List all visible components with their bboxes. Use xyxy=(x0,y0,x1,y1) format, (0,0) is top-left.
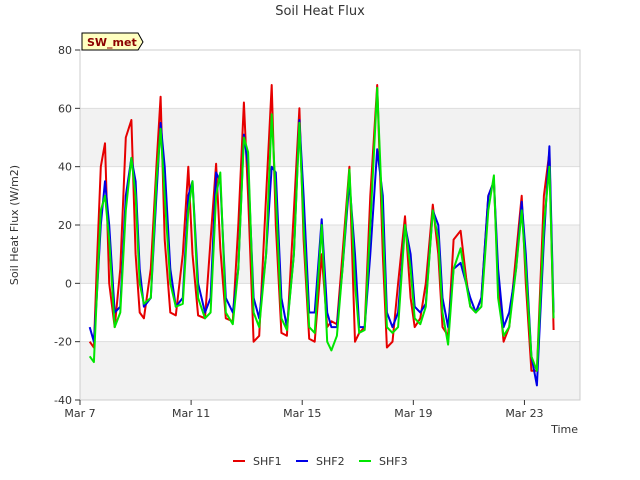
sw-met-badge: SW_met xyxy=(81,32,144,51)
x-tick-label: Mar 11 xyxy=(172,407,210,420)
legend-label: SHF3 xyxy=(379,455,408,468)
x-tick-label: Mar 15 xyxy=(283,407,321,420)
legend-item-shf2: SHF2 xyxy=(296,455,345,468)
y-axis-label: Soil Heat Flux (W/m2) xyxy=(8,165,21,285)
badge-text: SW_met xyxy=(87,36,137,49)
y-tick-label: 20 xyxy=(58,219,72,232)
y-tick-label: 40 xyxy=(58,161,72,174)
legend-item-shf1: SHF1 xyxy=(233,455,282,468)
legend-item-shf3: SHF3 xyxy=(359,455,408,468)
background-band xyxy=(80,50,580,109)
legend-label: SHF1 xyxy=(253,455,282,468)
chart-canvas: Soil Heat Flux SW_met -40 -20 0 20 40 60 80 Ma… xyxy=(8,4,581,468)
y-axis-ticks: -40 -20 0 20 40 60 80 xyxy=(54,44,80,407)
legend: SHF1 SHF2 SHF3 xyxy=(233,455,408,468)
x-tick-label: Mar 19 xyxy=(394,407,432,420)
x-axis-ticks: Mar 7 Mar 11 Mar 15 Mar 19 Mar 23 xyxy=(64,400,544,420)
chart-title: Soil Heat Flux xyxy=(275,4,365,19)
y-tick-label: 0 xyxy=(65,277,72,290)
y-tick-label: 80 xyxy=(58,44,72,57)
y-tick-label: 60 xyxy=(58,102,72,115)
background-band xyxy=(80,341,580,400)
x-tick-label: Mar 23 xyxy=(505,407,543,420)
legend-label: SHF2 xyxy=(316,455,345,468)
x-axis-label: Time xyxy=(550,423,578,436)
y-tick-label: -20 xyxy=(54,336,72,349)
x-tick-label: Mar 7 xyxy=(64,407,95,420)
y-tick-label: -40 xyxy=(54,394,72,407)
background-band xyxy=(80,108,580,167)
